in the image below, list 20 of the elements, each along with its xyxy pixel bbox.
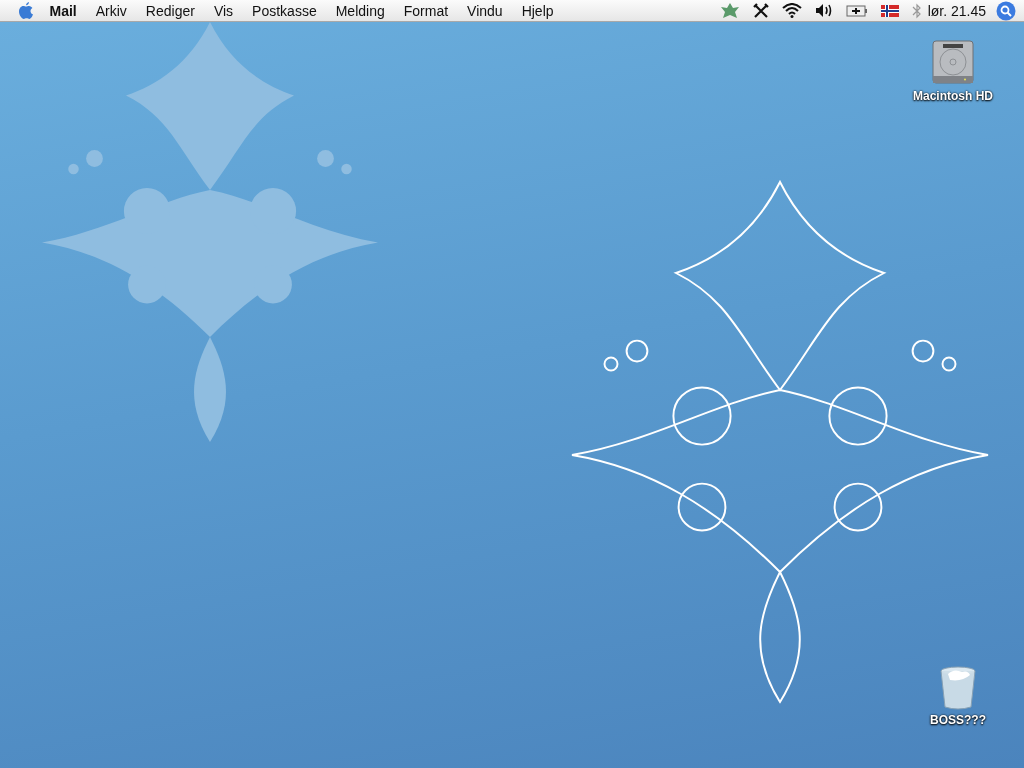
battery-icon[interactable] — [845, 4, 868, 17]
wifi-icon[interactable] — [781, 3, 802, 18]
menu-item[interactable]: Postkasse — [242, 2, 327, 19]
menu-item[interactable]: Arkiv — [86, 2, 137, 19]
search-icon[interactable] — [996, 0, 1016, 21]
menu-item[interactable]: Melding — [326, 2, 395, 19]
flag-icon[interactable] — [880, 4, 899, 17]
menu-item[interactable]: Rediger — [136, 2, 205, 19]
volume-icon[interactable] — [814, 3, 833, 18]
menu-item[interactable]: Vis — [204, 2, 243, 19]
menu-clock[interactable]: lør. 21.45 — [927, 2, 986, 19]
apple-logo-icon[interactable] — [18, 1, 34, 20]
desktop-icon-label[interactable]: BOSS??? — [930, 713, 986, 727]
bluetooth-icon[interactable] — [911, 2, 922, 19]
menu-item[interactable]: Hjelp — [512, 2, 564, 19]
menu-item[interactable]: Vindu — [457, 2, 513, 19]
menu-item[interactable]: Format — [394, 2, 458, 19]
app-menu[interactable]: Mail — [40, 2, 87, 19]
trash-icon[interactable] — [940, 666, 976, 710]
hard-drive-icon[interactable] — [931, 40, 975, 86]
